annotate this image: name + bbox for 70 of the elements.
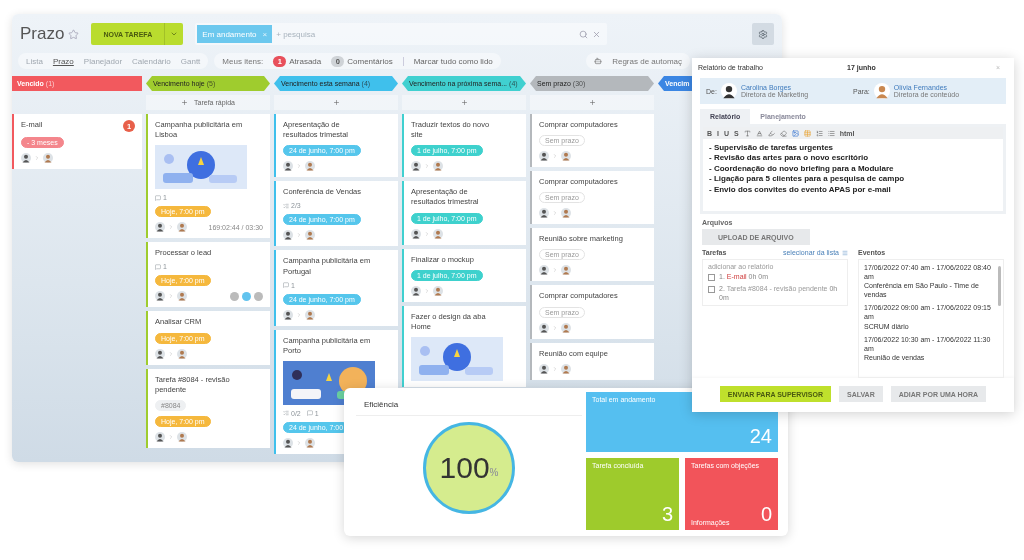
- avatar: [305, 161, 315, 172]
- avatar: [305, 437, 315, 448]
- avatar: [305, 230, 315, 241]
- avatar: [177, 431, 187, 442]
- avatar: [21, 153, 31, 163]
- avatar: [283, 309, 293, 320]
- table-icon[interactable]: [803, 129, 811, 137]
- settings-icon: [758, 28, 768, 40]
- avatar: [155, 222, 165, 233]
- avatar: [561, 151, 571, 162]
- ordered-list-icon[interactable]: [815, 129, 823, 137]
- avatar: [155, 431, 165, 442]
- avatar: [177, 348, 187, 359]
- editor-text[interactable]: - Supervisão de tarefas urgentes - Revisão das artes para o novo escritório - Coordenação do novo briefing para a Modulare - Ligação para 5 clientes para a pesquisa de campo - Envio dos convites do evento APAS por e-mail: [703, 139, 1003, 211]
- plus-icon: [588, 99, 596, 106]
- avatar: [539, 151, 549, 162]
- highlighter-icon[interactable]: [767, 129, 775, 137]
- panel-title: Eficiência: [356, 392, 582, 416]
- quick-add-button[interactable]: [402, 95, 526, 110]
- font-color-icon[interactable]: [755, 129, 763, 137]
- avatar: [539, 363, 549, 374]
- avatar: [283, 437, 293, 448]
- star-icon[interactable]: [68, 28, 80, 40]
- view-tab[interactable]: Prazo: [52, 56, 74, 66]
- settings-button[interactable]: [752, 23, 774, 45]
- avatar: [283, 161, 293, 172]
- avatar: [539, 208, 549, 219]
- avatar: [561, 322, 571, 333]
- image-icon[interactable]: [791, 129, 799, 137]
- avatar: [155, 348, 165, 359]
- quick-add-button[interactable]: [530, 95, 654, 110]
- checkbox[interactable]: [708, 285, 715, 293]
- avatar: [433, 285, 443, 296]
- avatar: [177, 291, 187, 302]
- plus-icon: [332, 99, 340, 106]
- avatar: [411, 228, 421, 239]
- plus-icon: [460, 99, 468, 106]
- checkbox[interactable]: [708, 274, 715, 281]
- avatar: [873, 83, 890, 99]
- avatar: [155, 291, 165, 302]
- search-placeholder: + pesquisa: [276, 29, 317, 39]
- avatar: [433, 161, 443, 172]
- avatar: [561, 208, 571, 219]
- my-items-label: Meus itens:: [222, 56, 264, 66]
- plus-icon: [181, 99, 189, 106]
- avatar: [539, 265, 549, 276]
- avatar: [305, 309, 315, 320]
- avatar: [177, 222, 187, 233]
- avatar: [411, 161, 421, 172]
- bullet-list-icon[interactable]: [827, 129, 835, 137]
- efficiency-gauge: 100%: [423, 422, 515, 514]
- robot-icon: [594, 57, 603, 65]
- avatar: [433, 228, 443, 239]
- avatar: [720, 83, 737, 99]
- close-icon[interactable]: [592, 29, 602, 39]
- font-size-icon[interactable]: [743, 129, 751, 137]
- caret-icon: [170, 30, 179, 38]
- page-title: Prazo: [20, 24, 65, 44]
- avatar: [411, 285, 421, 296]
- mark-all-read-link[interactable]: Marcar tudo como lido: [413, 56, 493, 66]
- avatar: [561, 265, 571, 276]
- avatar: [43, 153, 53, 163]
- list-icon[interactable]: [842, 249, 848, 256]
- automation-button[interactable]: Regras de automaç: [586, 53, 690, 69]
- avatar: [561, 363, 571, 374]
- quick-add-button[interactable]: [274, 95, 398, 110]
- search-icon[interactable]: [579, 29, 589, 39]
- eraser-icon[interactable]: [779, 129, 787, 137]
- avatar: [283, 230, 293, 241]
- avatar: [539, 322, 549, 333]
